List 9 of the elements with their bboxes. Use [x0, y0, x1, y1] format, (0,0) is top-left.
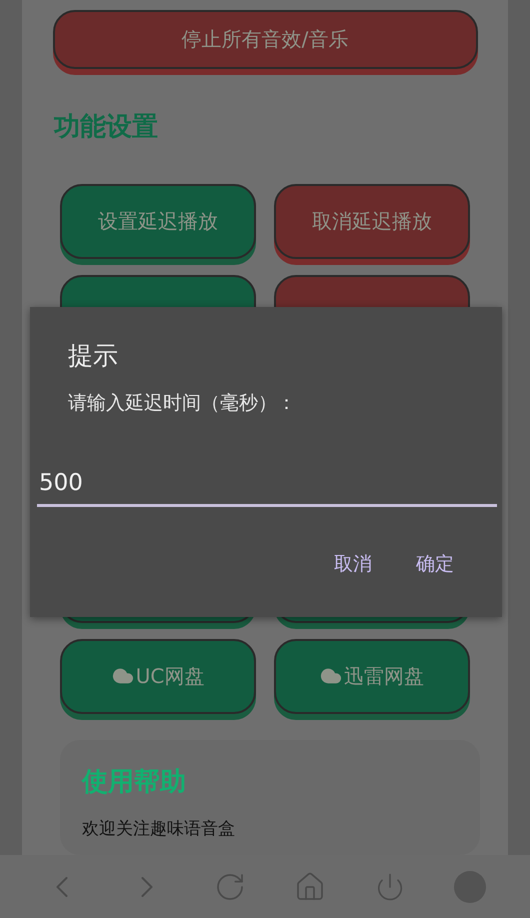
dialog-title: 提示 — [68, 340, 119, 372]
help-text: 欢迎关注趣味语音盒 — [82, 818, 236, 840]
dialog-message: 请输入延迟时间（毫秒）： — [68, 391, 297, 416]
help-title: 使用帮助 — [82, 766, 187, 799]
delay-input-field[interactable]: 500 — [37, 470, 497, 507]
dialog-button[interactable]: 确定 — [412, 547, 458, 581]
section-title: 功能设置 — [54, 110, 158, 144]
menu-circle-icon[interactable] — [454, 870, 486, 902]
dialog-button[interactable]: 取消 — [330, 547, 376, 581]
